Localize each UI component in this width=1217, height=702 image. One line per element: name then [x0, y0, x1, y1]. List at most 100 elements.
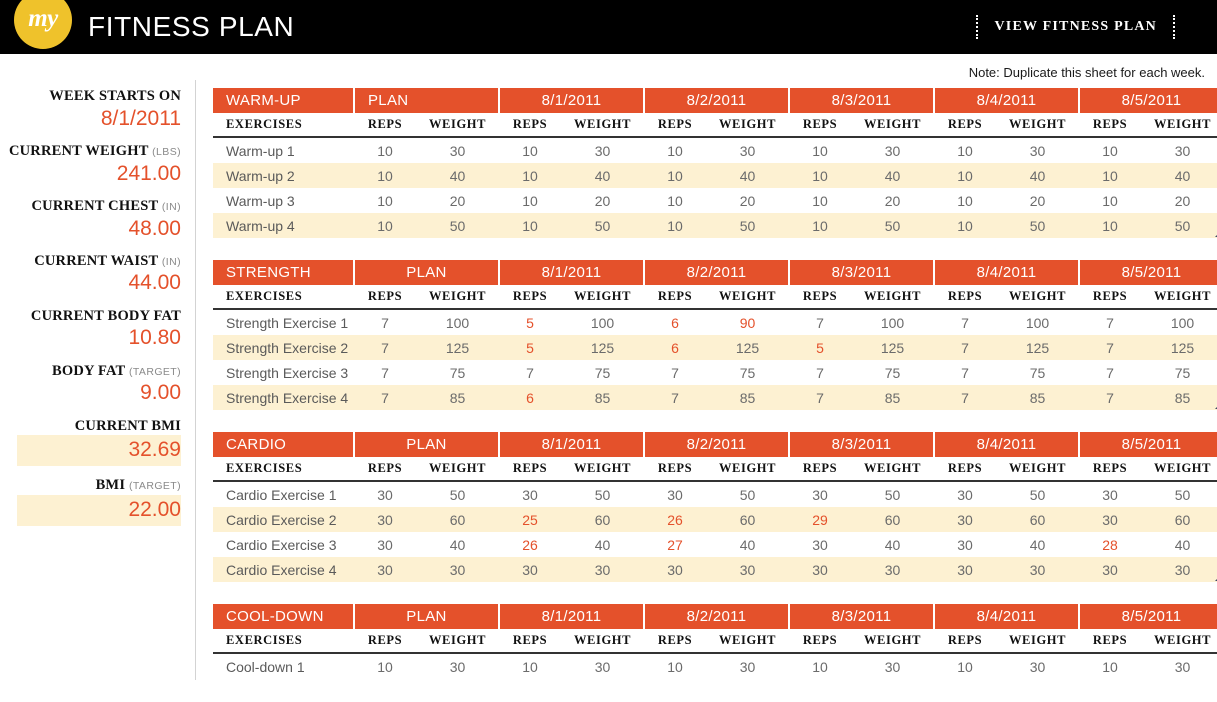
weight-value[interactable]: 40 [997, 168, 1078, 184]
reps-value[interactable]: 6 [500, 390, 560, 406]
reps-value[interactable]: 10 [355, 218, 415, 234]
reps-value[interactable]: 7 [1080, 340, 1140, 356]
weight-value[interactable]: 20 [997, 193, 1078, 209]
weight-value[interactable]: 125 [1142, 340, 1217, 356]
weight-value[interactable]: 75 [1142, 365, 1217, 381]
exercise-name[interactable]: Cardio Exercise 4 [213, 562, 353, 578]
weight-value[interactable]: 30 [417, 562, 498, 578]
weight-value[interactable]: 85 [1142, 390, 1217, 406]
exercise-name[interactable]: Cardio Exercise 2 [213, 512, 353, 528]
weight-value[interactable]: 40 [1142, 537, 1217, 553]
weight-value[interactable]: 100 [1142, 315, 1217, 331]
weight-value[interactable]: 75 [707, 365, 788, 381]
reps-value[interactable]: 30 [790, 537, 850, 553]
reps-value[interactable]: 30 [1080, 487, 1140, 503]
reps-value[interactable]: 10 [355, 168, 415, 184]
reps-value[interactable]: 7 [500, 365, 560, 381]
reps-value[interactable]: 30 [645, 562, 705, 578]
weight-value[interactable]: 50 [562, 218, 643, 234]
weight-value[interactable]: 75 [417, 365, 498, 381]
reps-value[interactable]: 10 [500, 168, 560, 184]
reps-value[interactable]: 7 [1080, 365, 1140, 381]
table-row[interactable]: Cardio Exercise 2 30 60 25 60 26 60 29 60 30 60 30 6… [213, 507, 1217, 532]
weight-value[interactable]: 75 [997, 365, 1078, 381]
reps-value[interactable]: 5 [500, 315, 560, 331]
weight-value[interactable]: 50 [562, 487, 643, 503]
table-row[interactable]: Strength Exercise 1 7 100 5 100 6 90 7 100 7 100 7 1… [213, 310, 1217, 335]
reps-value[interactable]: 30 [355, 512, 415, 528]
weight-value[interactable]: 60 [417, 512, 498, 528]
reps-value[interactable]: 10 [790, 168, 850, 184]
reps-value[interactable]: 6 [645, 315, 705, 331]
reps-value[interactable]: 10 [645, 193, 705, 209]
reps-value[interactable]: 30 [1080, 512, 1140, 528]
stat-value[interactable]: 241.00 [0, 161, 181, 187]
weight-value[interactable]: 125 [852, 340, 933, 356]
reps-value[interactable]: 28 [1080, 537, 1140, 553]
exercise-name[interactable]: Strength Exercise 3 [213, 365, 353, 381]
weight-value[interactable]: 75 [852, 365, 933, 381]
reps-value[interactable]: 26 [645, 512, 705, 528]
table-row[interactable]: Strength Exercise 2 7 125 5 125 6 125 5 125 7 125 7… [213, 335, 1217, 360]
weight-value[interactable]: 30 [997, 562, 1078, 578]
weight-value[interactable]: 85 [852, 390, 933, 406]
weight-value[interactable]: 20 [562, 193, 643, 209]
table-row[interactable]: Cool-down 1 10 30 10 30 10 30 10 30 10 30 10 30 [213, 654, 1217, 679]
reps-value[interactable]: 10 [790, 659, 850, 675]
exercise-name[interactable]: Warm-up 4 [213, 218, 353, 234]
view-fitness-plan-link[interactable]: VIEW FITNESS PLAN [994, 19, 1157, 35]
reps-value[interactable]: 7 [1080, 315, 1140, 331]
weight-value[interactable]: 100 [417, 315, 498, 331]
exercise-name[interactable]: Strength Exercise 4 [213, 390, 353, 406]
weight-value[interactable]: 30 [707, 143, 788, 159]
reps-value[interactable]: 10 [1080, 659, 1140, 675]
table-row[interactable]: Cardio Exercise 4 30 30 30 30 30 30 30 30 30 30 30 3… [213, 557, 1217, 582]
exercise-name[interactable]: Cardio Exercise 3 [213, 537, 353, 553]
weight-value[interactable]: 40 [707, 168, 788, 184]
stat-value[interactable]: 22.00 [17, 495, 181, 527]
reps-value[interactable]: 10 [645, 168, 705, 184]
weight-value[interactable]: 30 [1142, 659, 1217, 675]
reps-value[interactable]: 10 [790, 143, 850, 159]
reps-value[interactable]: 7 [935, 315, 995, 331]
weight-value[interactable]: 60 [562, 512, 643, 528]
weight-value[interactable]: 20 [417, 193, 498, 209]
weight-value[interactable]: 60 [852, 512, 933, 528]
table-row[interactable]: Warm-up 1 10 30 10 30 10 30 10 30 10 30 10 30 [213, 138, 1217, 163]
weight-value[interactable]: 20 [1142, 193, 1217, 209]
exercise-name[interactable]: Warm-up 2 [213, 168, 353, 184]
reps-value[interactable]: 10 [790, 193, 850, 209]
table-row[interactable]: Cardio Exercise 3 30 40 26 40 27 40 30 40 30 40 28 4… [213, 532, 1217, 557]
weight-value[interactable]: 40 [417, 537, 498, 553]
weight-value[interactable]: 125 [997, 340, 1078, 356]
weight-value[interactable]: 40 [852, 537, 933, 553]
reps-value[interactable]: 10 [500, 143, 560, 159]
reps-value[interactable]: 30 [355, 537, 415, 553]
reps-value[interactable]: 29 [790, 512, 850, 528]
reps-value[interactable]: 10 [645, 143, 705, 159]
reps-value[interactable]: 10 [500, 193, 560, 209]
reps-value[interactable]: 7 [790, 365, 850, 381]
weight-value[interactable]: 20 [852, 193, 933, 209]
reps-value[interactable]: 30 [645, 487, 705, 503]
reps-value[interactable]: 7 [355, 390, 415, 406]
weight-value[interactable]: 75 [562, 365, 643, 381]
weight-value[interactable]: 30 [1142, 562, 1217, 578]
exercise-name[interactable]: Cool-down 1 [213, 659, 353, 675]
reps-value[interactable]: 10 [1080, 193, 1140, 209]
weight-value[interactable]: 30 [852, 659, 933, 675]
exercise-name[interactable]: Strength Exercise 1 [213, 315, 353, 331]
table-row[interactable]: Warm-up 2 10 40 10 40 10 40 10 40 10 40 10 40 [213, 163, 1217, 188]
reps-value[interactable]: 25 [500, 512, 560, 528]
reps-value[interactable]: 7 [1080, 390, 1140, 406]
weight-value[interactable]: 50 [707, 487, 788, 503]
weight-value[interactable]: 30 [1142, 143, 1217, 159]
weight-value[interactable]: 50 [417, 218, 498, 234]
weight-value[interactable]: 125 [562, 340, 643, 356]
reps-value[interactable]: 10 [935, 193, 995, 209]
weight-value[interactable]: 90 [707, 315, 788, 331]
weight-value[interactable]: 50 [852, 218, 933, 234]
weight-value[interactable]: 100 [562, 315, 643, 331]
table-row[interactable]: Strength Exercise 3 7 75 7 75 7 75 7 75 7 75 7 75 [213, 360, 1217, 385]
weight-value[interactable]: 50 [707, 218, 788, 234]
